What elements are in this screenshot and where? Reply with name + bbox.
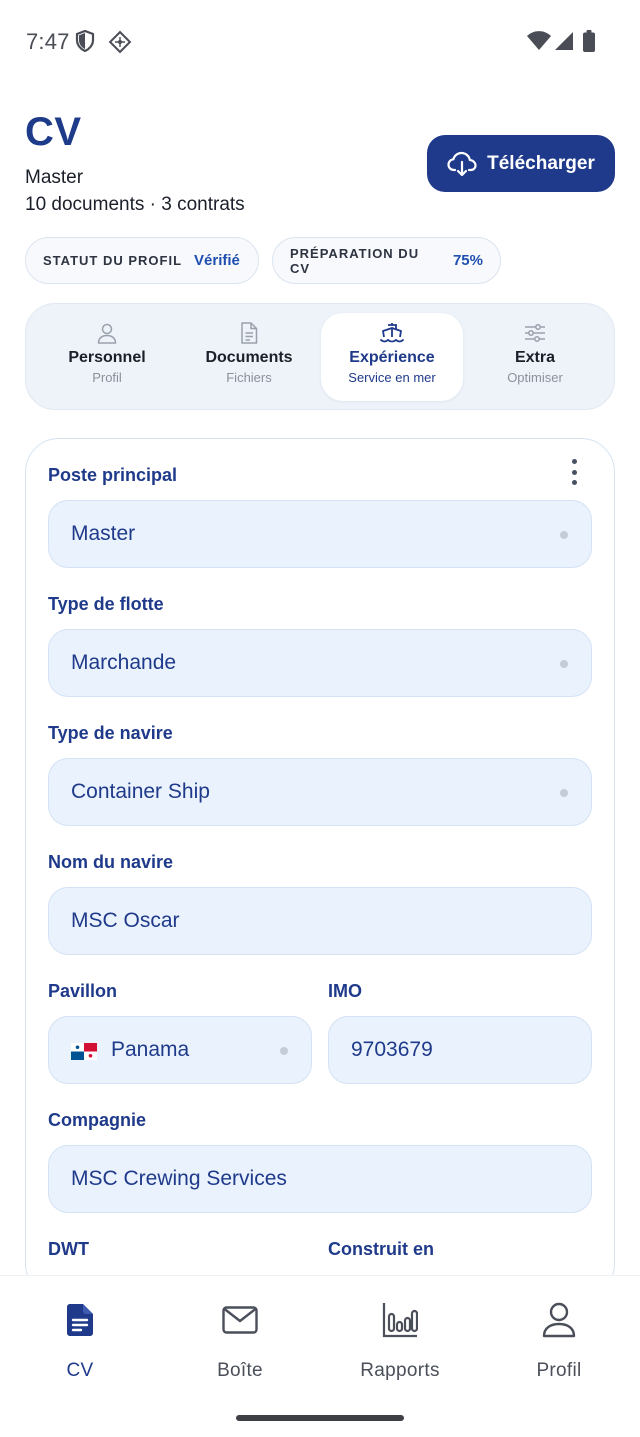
tab-sublabel: Service en mer bbox=[348, 370, 436, 385]
signal-icon bbox=[554, 31, 574, 56]
company-label: Compagnie bbox=[48, 1110, 147, 1130]
tab-personnel[interactable]: Personnel Profil bbox=[36, 313, 178, 401]
company-value: MSC Crewing Services bbox=[71, 1167, 287, 1190]
profile-status-chip: STATUT DU PROFIL Vérifié bbox=[25, 237, 259, 284]
imo-value: 9703679 bbox=[351, 1038, 433, 1061]
battery-icon bbox=[583, 30, 595, 57]
dropdown-indicator-icon bbox=[560, 789, 568, 797]
nav-label: Boîte bbox=[217, 1360, 263, 1381]
chip-value: Vérifié bbox=[194, 252, 240, 269]
nav-label: Profil bbox=[536, 1360, 582, 1381]
cv-document-icon bbox=[66, 1298, 94, 1342]
nav-profile[interactable]: Profil bbox=[499, 1298, 619, 1382]
download-button-label: Télécharger bbox=[487, 152, 595, 174]
home-indicator[interactable] bbox=[236, 1415, 404, 1421]
rank-subtitle: Master bbox=[25, 167, 84, 188]
tab-label: Extra bbox=[514, 349, 556, 366]
dropdown-indicator-icon bbox=[280, 1047, 288, 1055]
documents-contracts-count: 10 documents · 3 contrats bbox=[25, 194, 245, 215]
cv-progress-chip: PRÉPARATION DU CV 75% bbox=[272, 237, 501, 284]
vessel-name-label: Nom du navire bbox=[48, 852, 174, 872]
position-select[interactable]: Master bbox=[48, 500, 592, 568]
user-icon bbox=[96, 321, 118, 345]
sliders-icon bbox=[524, 321, 546, 345]
nav-reports[interactable]: Rapports bbox=[340, 1298, 460, 1382]
vessel-name-input[interactable]: MSC Oscar bbox=[48, 887, 592, 955]
ship-icon bbox=[380, 321, 404, 345]
download-button[interactable]: Télécharger bbox=[427, 135, 615, 192]
status-bar: 7:47 bbox=[0, 0, 640, 84]
section-tabs: Personnel Profil Documents Fichiers Expé… bbox=[25, 303, 615, 410]
nav-label: Rapports bbox=[360, 1360, 440, 1381]
nav-cv[interactable]: CV bbox=[20, 1298, 140, 1382]
shield-icon bbox=[75, 29, 95, 57]
vessel-type-value: Container Ship bbox=[71, 780, 210, 803]
tab-documents[interactable]: Documents Fichiers bbox=[178, 313, 320, 401]
bar-chart-icon bbox=[382, 1298, 418, 1342]
vessel-type-label: Type de navire bbox=[48, 723, 173, 743]
page-title: CV bbox=[25, 110, 82, 154]
vessel-name-value: MSC Oscar bbox=[71, 909, 180, 932]
tab-sublabel: Profil bbox=[92, 370, 122, 385]
tab-label: Documents bbox=[205, 349, 293, 366]
flag-value: Panama bbox=[111, 1038, 190, 1061]
more-options-icon[interactable] bbox=[563, 456, 585, 488]
bottom-navigation: CV Boîte Rapports Profil bbox=[0, 1275, 640, 1437]
vessel-type-select[interactable]: Container Ship bbox=[48, 758, 592, 826]
tab-sublabel: Fichiers bbox=[226, 370, 272, 385]
tab-sublabel: Optimiser bbox=[507, 370, 563, 385]
nav-inbox[interactable]: Boîte bbox=[180, 1298, 300, 1382]
dwt-label: DWT bbox=[48, 1239, 89, 1259]
mail-icon bbox=[222, 1298, 258, 1342]
imo-input[interactable]: 9703679 bbox=[328, 1016, 592, 1084]
profile-icon bbox=[542, 1298, 576, 1342]
company-input[interactable]: MSC Crewing Services bbox=[48, 1145, 592, 1213]
chip-label: PRÉPARATION DU CV bbox=[290, 245, 420, 276]
fleet-type-value: Marchande bbox=[71, 651, 177, 674]
chip-label: STATUT DU PROFIL bbox=[43, 253, 183, 268]
tab-extra[interactable]: Extra Optimiser bbox=[464, 313, 606, 401]
fleet-type-label: Type de flotte bbox=[48, 594, 164, 614]
position-label: Poste principal bbox=[48, 465, 178, 485]
dropdown-indicator-icon bbox=[560, 531, 568, 539]
dropdown-indicator-icon bbox=[560, 660, 568, 668]
position-value: Master bbox=[71, 522, 136, 545]
cloud-download-icon bbox=[447, 151, 477, 177]
tab-label: Personnel bbox=[68, 349, 146, 366]
fleet-type-select[interactable]: Marchande bbox=[48, 629, 592, 697]
flag-select[interactable]: Panama bbox=[48, 1016, 312, 1084]
nav-label: CV bbox=[66, 1360, 94, 1381]
imo-label: IMO bbox=[328, 981, 362, 1001]
document-icon bbox=[240, 321, 258, 345]
flag-label: Pavillon bbox=[48, 981, 118, 1001]
wifi-icon bbox=[527, 31, 551, 56]
status-time: 7:47 bbox=[26, 29, 70, 54]
tab-experience[interactable]: Expérience Service en mer bbox=[321, 313, 463, 401]
tab-label: Expérience bbox=[349, 349, 435, 366]
vpn-diamond-icon bbox=[108, 30, 132, 59]
panama-flag-icon bbox=[71, 1042, 97, 1060]
built-year-label: Construit en bbox=[328, 1239, 434, 1259]
chip-value: 75% bbox=[452, 252, 483, 269]
